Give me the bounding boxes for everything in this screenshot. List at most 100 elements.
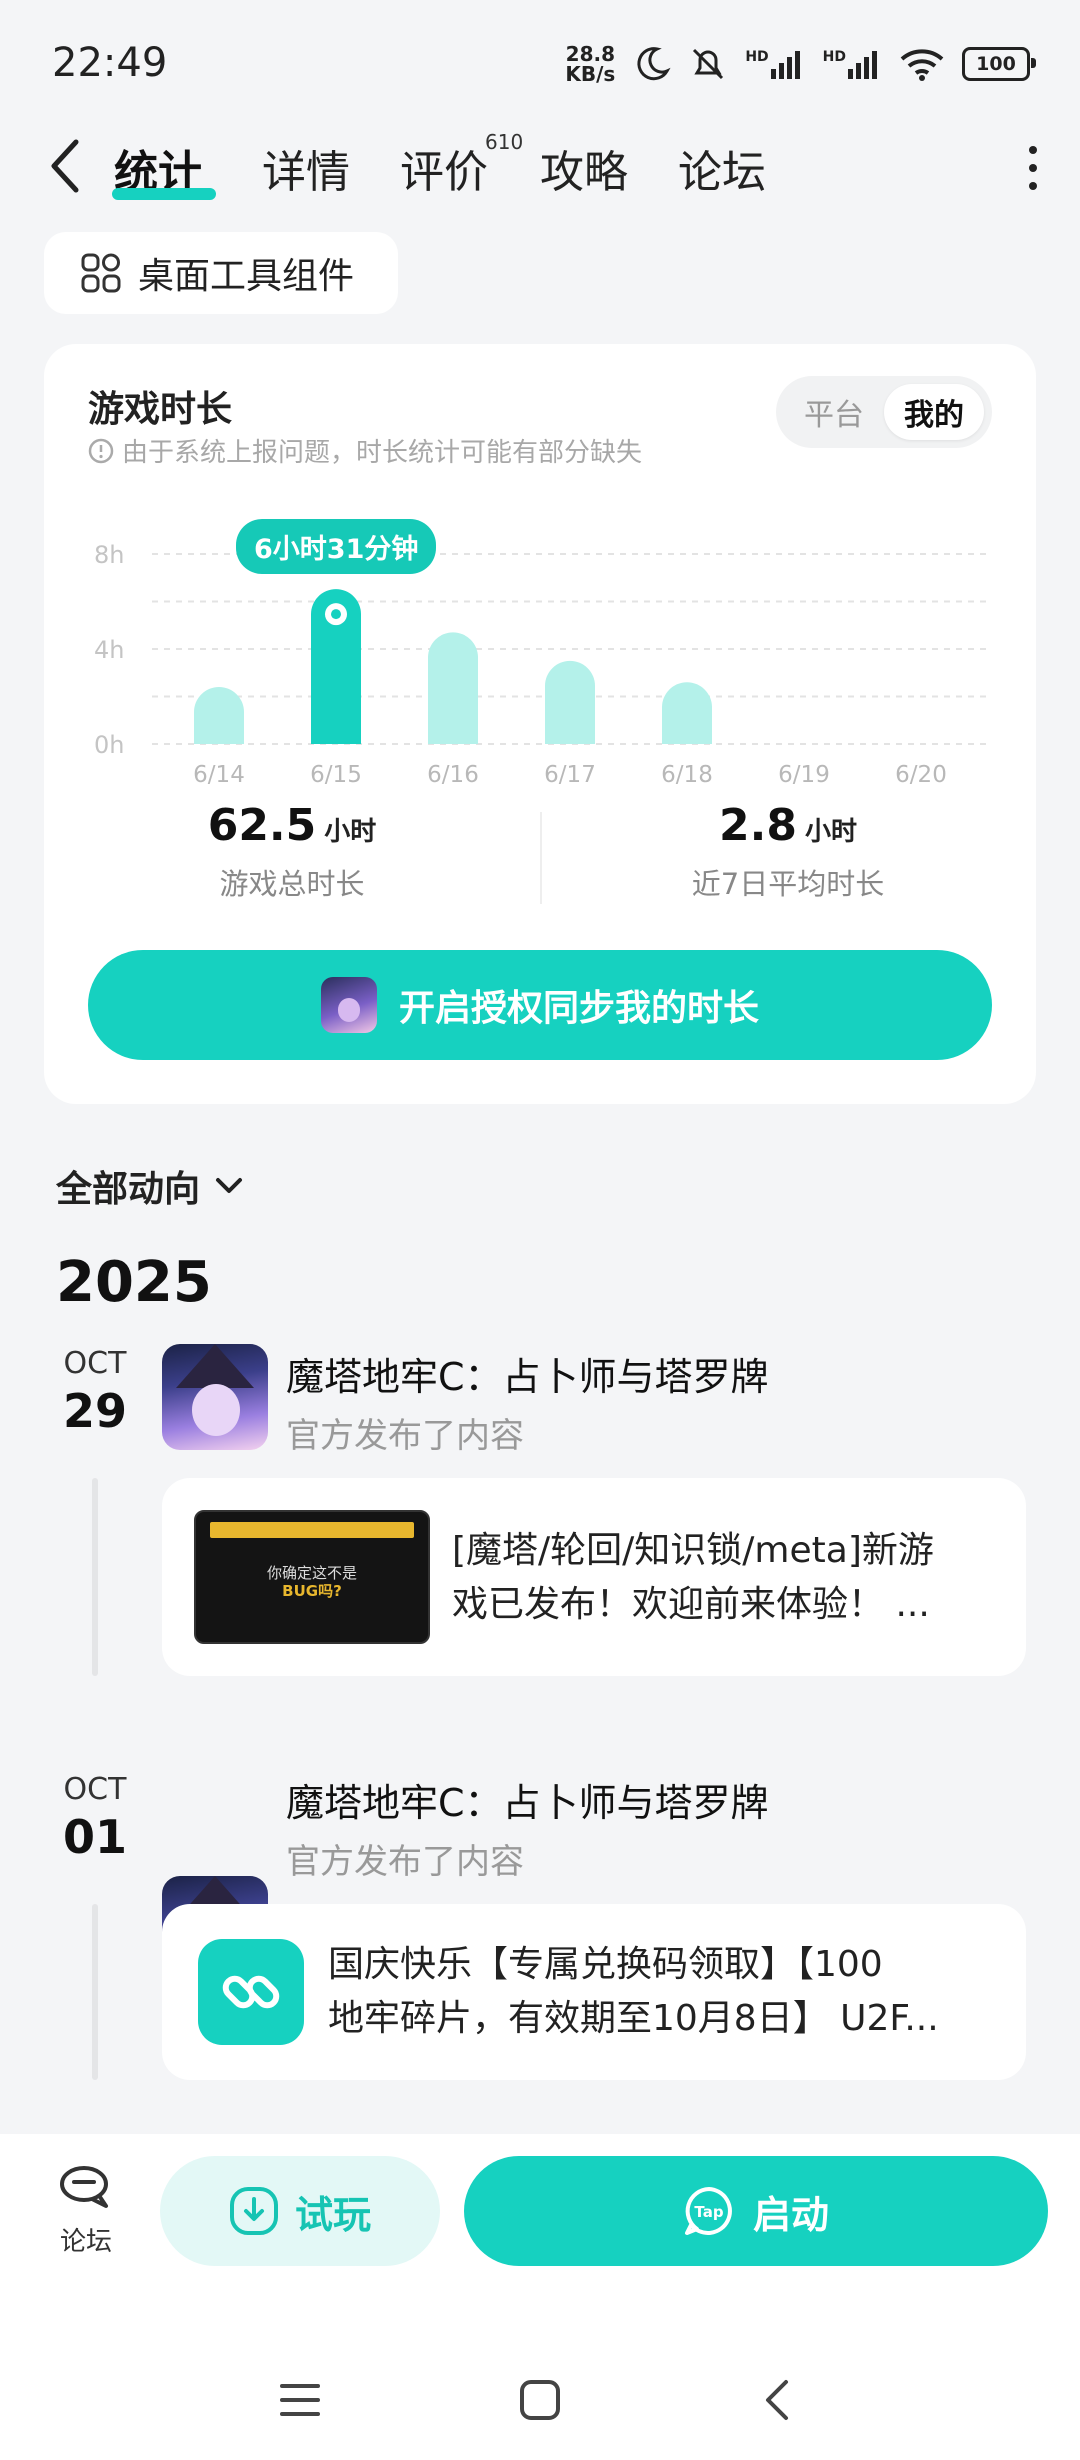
launch-button[interactable]: Tap 启动 — [464, 2156, 1048, 2266]
feed-year: 2025 — [56, 1250, 212, 1315]
chart-x-tick-label: 6/20 — [895, 762, 947, 788]
menu-icon — [280, 2384, 320, 2416]
desktop-widget-button[interactable]: 桌面工具组件 — [44, 232, 398, 314]
avg-play-time-unit: 小时 — [804, 817, 857, 847]
chat-bubble-icon — [60, 2166, 108, 2208]
feed-item-month: OCT — [63, 1346, 127, 1381]
feed-item-day: 29 — [62, 1384, 127, 1438]
network-speed: 28.8 KB/s — [565, 44, 615, 84]
wifi-icon — [900, 49, 944, 81]
desktop-widget-label: 桌面工具组件 — [138, 256, 355, 297]
grid-icon — [81, 253, 121, 293]
feed-item-day: 01 — [62, 1810, 127, 1864]
chart-bar — [428, 632, 478, 744]
tab-forum[interactable]: 论坛 — [678, 136, 766, 200]
play-time-card: 游戏时长 由于系统上报问题，时长统计可能有部分缺失 平台 我的 8h 4h 0h 6/… — [44, 344, 1036, 1104]
feed-item-month: OCT — [63, 1772, 127, 1807]
sync-play-time-label: 开启授权同步我的时长 — [398, 988, 759, 1029]
total-play-time-unit: 小时 — [324, 817, 377, 847]
activity-filter-label: 全部动向 — [56, 1169, 201, 1210]
play-time-bar-chart: 8h 4h 0h 6/14 6/15 6/16 6/17 6/18 6/19 6/20 — [94, 541, 992, 788]
thumbnail-line-1: 你确定这不是 — [266, 1564, 357, 1582]
avg-play-time-value: 2.8 — [719, 800, 797, 851]
tab-details[interactable]: 详情 — [262, 136, 350, 200]
thumbnail-line-2: BUG吗? — [282, 1582, 342, 1600]
signal-icon: HD — [745, 49, 804, 79]
feed-item-title[interactable]: 魔塔地牢C：占卜师与塔罗牌 — [286, 1772, 769, 1827]
chart-bar-marker-dot — [331, 609, 341, 620]
game-icon — [320, 977, 377, 1033]
reviews-count-badge: 610 — [485, 130, 524, 154]
chart-x-tick-label: 6/14 — [193, 762, 245, 788]
network-speed-unit: KB/s — [565, 62, 616, 86]
back-icon — [766, 2380, 788, 2420]
tap-logo-text: Tap — [694, 2203, 723, 2221]
forum-button[interactable]: 论坛 — [56, 2164, 116, 2258]
feed-post-card[interactable]: 你确定这不是 BUG吗? [魔塔/轮回/知识锁/meta]新游 戏已发布！欢迎前… — [162, 1478, 1026, 1676]
activity-filter-dropdown[interactable]: 全部动向 — [56, 1160, 244, 1212]
thumbnail-text: 你确定这不是 BUG吗? — [196, 1564, 428, 1600]
chart-x-tick-label: 6/17 — [544, 762, 596, 788]
tab-guides[interactable]: 攻略 — [540, 136, 628, 200]
network-type-2: HD — [822, 49, 846, 65]
post-text: [魔塔/轮回/知识锁/meta]新游 戏已发布！欢迎前来体验！ ... — [452, 1524, 992, 1632]
chart-x-tick-label: 6/18 — [661, 762, 713, 788]
chart-tooltip: 6小时31分钟 — [236, 519, 437, 575]
chart-y-tick-label: 4h — [94, 636, 124, 664]
chart-y-tick-label: 0h — [94, 731, 124, 759]
network-type-1: HD — [745, 49, 769, 65]
platform-mine-toggle: 平台 我的 — [776, 376, 992, 448]
toggle-option-mine[interactable]: 我的 — [884, 384, 984, 440]
timeline-line — [92, 1478, 98, 1676]
post-text: 国庆快乐【专属兑换码领取】【100 地牢碎片，有效期至10月8日】 U2F... — [328, 1938, 998, 2046]
chart-x-tick-label: 6/16 — [427, 762, 479, 788]
signal-icon: HD — [823, 49, 882, 79]
chart-x-tick-label: 6/19 — [778, 762, 830, 788]
tab-active-indicator — [112, 188, 216, 200]
network-speed-value: 28.8 — [565, 42, 616, 66]
feed-item-title[interactable]: 魔塔地牢C：占卜师与塔罗牌 — [286, 1346, 769, 1401]
avg-play-time-label: 近7日平均时长 — [691, 867, 885, 901]
post-text-line-1: [魔塔/轮回/知识锁/meta]新游 — [452, 1530, 934, 1571]
moon-icon — [637, 47, 671, 81]
forum-label: 论坛 — [59, 2227, 112, 2257]
total-play-time: 62.5 小时 游戏总时长 — [44, 800, 540, 903]
system-back-button[interactable] — [748, 2370, 808, 2430]
launch-label: 启动 — [752, 2192, 829, 2237]
play-time-note: 由于系统上报问题，时长统计可能有部分缺失 — [88, 432, 642, 469]
download-icon — [229, 2187, 278, 2235]
tap-logo-icon: Tap — [684, 2187, 732, 2235]
info-icon — [88, 438, 114, 463]
play-time-title: 游戏时长 — [88, 389, 233, 430]
mute-bell-icon — [693, 48, 724, 80]
link-icon — [198, 1939, 304, 2045]
feed-item-subtitle: 官方发布了内容 — [286, 1842, 524, 1882]
status-icons: 28.8 KB/s HD HD 100 — [565, 44, 1036, 84]
timeline-line — [92, 1904, 98, 2080]
more-options-icon[interactable] — [1026, 146, 1040, 190]
thumbnail-banner — [210, 1522, 414, 1538]
chart-x-tick-label: 6/15 — [310, 762, 362, 788]
avg-play-time: 2.8 小时 近7日平均时长 — [540, 800, 1036, 903]
play-time-note-text: 由于系统上报问题，时长统计可能有部分缺失 — [122, 438, 643, 468]
back-arrow-icon[interactable] — [44, 134, 92, 198]
game-avatar[interactable] — [162, 1344, 268, 1450]
feed-item-subtitle: 官方发布了内容 — [286, 1416, 524, 1456]
total-play-time-value: 62.5 — [207, 800, 317, 851]
chart-y-tick-label: 8h — [94, 541, 124, 569]
try-play-label: 试玩 — [294, 2192, 371, 2237]
post-text-line-1: 国庆快乐【专属兑换码领取】【100 — [328, 1944, 883, 1985]
chart-bar — [662, 682, 712, 744]
post-thumbnail: 你确定这不是 BUG吗? — [194, 1510, 430, 1644]
feed-post-card[interactable]: 国庆快乐【专属兑换码领取】【100 地牢碎片，有效期至10月8日】 U2F... — [162, 1904, 1026, 2080]
sync-play-time-button[interactable]: 开启授权同步我的时长 — [88, 950, 992, 1060]
chart-bar — [545, 660, 595, 744]
try-play-button[interactable]: 试玩 — [160, 2156, 440, 2266]
system-home-button[interactable] — [510, 2370, 570, 2430]
toggle-option-platform[interactable]: 平台 — [784, 384, 884, 440]
system-menu-button[interactable] — [270, 2370, 330, 2430]
tab-reviews[interactable]: 评价 — [400, 136, 488, 200]
chart-bar — [194, 687, 244, 744]
battery-level: 100 — [976, 53, 1016, 75]
post-text-line-2: 地牢碎片，有效期至10月8日】 U2F... — [328, 1998, 939, 2039]
